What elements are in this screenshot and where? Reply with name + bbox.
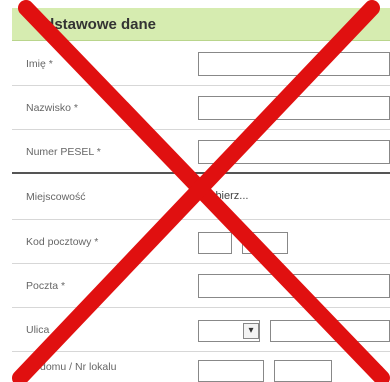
personal-data-form: odstawowe dane Imię * Nazwisko * Numer P… (0, 0, 390, 382)
city-select[interactable]: wybierz... (202, 190, 248, 202)
form-row-last-name: Nazwisko * (12, 86, 390, 130)
form-row-first-name: Imię * (12, 42, 390, 86)
form-row-house-number: Nr domu / Nr lokalu (12, 352, 390, 382)
last-name-label: Nazwisko * (26, 101, 78, 114)
form-row-city: Miejscowość wybierz... (12, 172, 390, 220)
apartment-number-input[interactable] (274, 360, 332, 382)
postal-code-label: Kod pocztowy * (26, 235, 99, 248)
street-label: Ulica (26, 323, 50, 336)
form-row-pesel: Numer PESEL * (12, 130, 390, 174)
form-row-postal-code: Kod pocztowy * (12, 220, 390, 264)
house-number-label: Nr domu / Nr lokalu (26, 361, 117, 373)
city-label: Miejscowość (26, 190, 86, 203)
form-row-street: Ulica ▾ (12, 308, 390, 352)
postal-code-part1-input[interactable] (198, 232, 232, 254)
first-name-label: Imię * (26, 57, 53, 70)
street-prefix-dropdown-button[interactable]: ▾ (243, 323, 259, 339)
first-name-input[interactable] (198, 52, 390, 76)
house-number-input[interactable] (198, 360, 264, 382)
form-row-post-office: Poczta * (12, 264, 390, 308)
pesel-input[interactable] (198, 140, 390, 164)
section-header: odstawowe dane (12, 8, 390, 41)
postal-code-part2-input[interactable] (242, 232, 288, 254)
post-office-label: Poczta * (26, 279, 66, 292)
last-name-input[interactable] (198, 96, 390, 120)
street-input[interactable] (270, 320, 390, 342)
pesel-label: Numer PESEL * (26, 145, 101, 158)
post-office-input[interactable] (198, 274, 390, 298)
